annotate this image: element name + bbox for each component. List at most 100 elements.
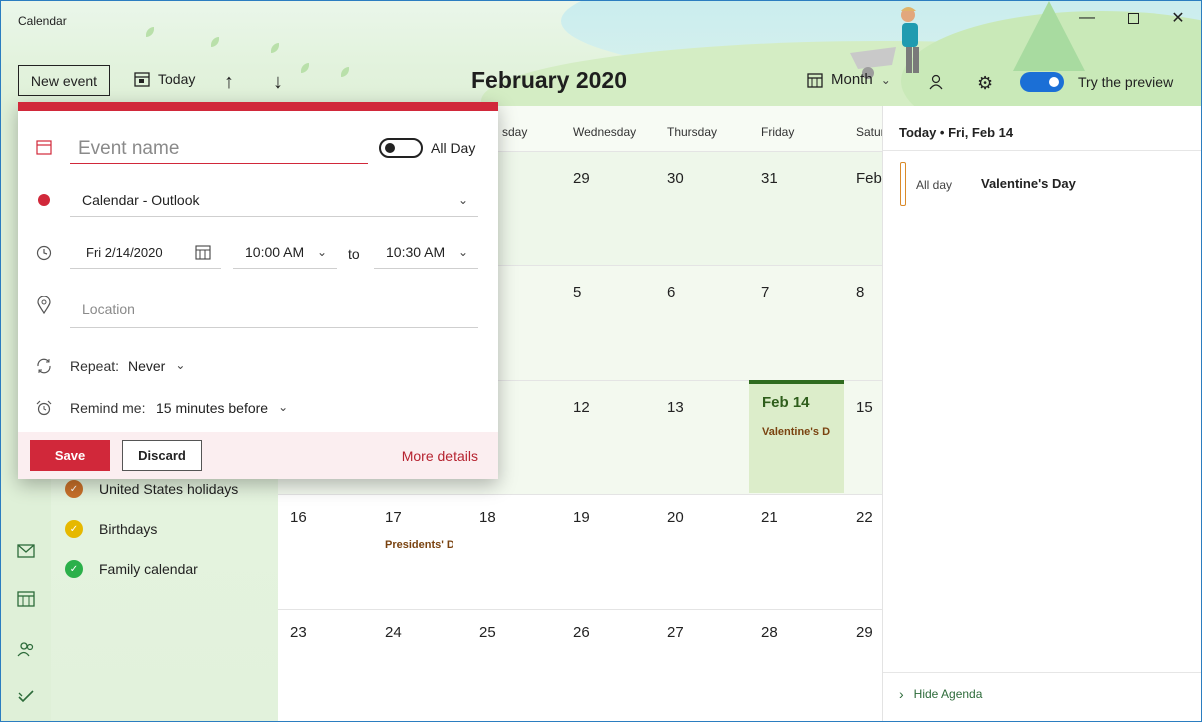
day-number[interactable]: 23 <box>290 624 307 641</box>
day-number[interactable]: 17 <box>385 509 402 526</box>
checkmark-glyph <box>18 690 34 703</box>
calendar-item-us-holidays[interactable]: ✓ United States holidays <box>65 480 238 498</box>
week-row: 16 17 Presidents' D 18 19 20 21 22 <box>278 494 882 609</box>
remind-value: 15 minutes before <box>156 400 269 416</box>
day-number[interactable]: 28 <box>761 624 778 641</box>
calendar-select[interactable]: Calendar - Outlook ⌄ <box>70 184 478 217</box>
day-number[interactable]: 25 <box>479 624 496 641</box>
calendar-icon <box>34 137 54 157</box>
day-number[interactable]: 29 <box>856 624 873 641</box>
day-number[interactable]: 22 <box>856 509 873 526</box>
day-number[interactable]: 21 <box>761 509 778 526</box>
date-value: Fri 2/14/2020 <box>86 244 163 260</box>
date-picker[interactable]: Fri 2/14/2020 <box>70 236 221 269</box>
calendar-today-icon <box>134 72 150 87</box>
start-time-select[interactable]: 10:00 AM ⌄ <box>233 236 337 269</box>
day-number[interactable]: 27 <box>667 624 684 641</box>
remind-select[interactable]: 15 minutes before ⌄ <box>156 400 288 416</box>
calendar-app-icon[interactable] <box>16 589 36 609</box>
all-day-switch[interactable] <box>379 138 423 158</box>
day-number[interactable]: 31 <box>761 170 778 187</box>
sprout-art <box>341 67 349 77</box>
try-preview-label: Try the preview <box>1078 74 1174 90</box>
agenda-header: Today • Fri, Feb 14 <box>899 125 1014 140</box>
repeat-select[interactable]: Never ⌄ <box>128 358 185 374</box>
mail-icon[interactable] <box>16 541 36 561</box>
save-button[interactable]: Save <box>30 440 110 471</box>
day-number[interactable]: 30 <box>667 170 684 187</box>
quick-event-popup: Event name All Day Calendar - Outlook ⌄ … <box>18 102 498 479</box>
event-chip-presidents[interactable]: Presidents' D <box>385 539 453 551</box>
meet-now-icon[interactable] <box>928 73 946 91</box>
calendar-color-dot-icon <box>34 190 54 210</box>
maximize-icon[interactable] <box>1119 7 1147 29</box>
location-input[interactable]: Location <box>70 290 478 328</box>
settings-gear-icon[interactable]: ⚙ <box>977 73 993 94</box>
calendar-item-family[interactable]: ✓ Family calendar <box>65 560 198 578</box>
calendar-picker-icon[interactable] <box>195 244 211 260</box>
day-number[interactable]: 13 <box>667 399 684 416</box>
try-preview-toggle[interactable]: Try the preview <box>1020 72 1173 92</box>
day-number[interactable]: 8 <box>856 284 864 301</box>
check-icon[interactable]: ✓ <box>65 480 83 498</box>
todo-check-icon[interactable] <box>16 686 36 706</box>
next-arrow-icon[interactable]: ↓ <box>273 71 283 94</box>
calendar-window: Calendar — ✕ New event Today ↑ ↓ Februar… <box>0 0 1202 722</box>
discard-button[interactable]: Discard <box>122 440 202 471</box>
day-number[interactable]: Feb <box>856 170 882 187</box>
day-number[interactable]: 12 <box>573 399 590 416</box>
agenda-pane: Today • Fri, Feb 14 All day Valentine's … <box>882 106 1201 721</box>
people-icon[interactable] <box>16 639 36 659</box>
today-button[interactable]: Today <box>134 71 195 87</box>
new-event-label: New event <box>30 72 98 89</box>
day-number[interactable]: 20 <box>667 509 684 526</box>
new-event-button[interactable]: New event <box>18 65 110 96</box>
repeat-value: Never <box>128 358 166 374</box>
person-chat-glyph <box>929 74 943 90</box>
sprout-art <box>301 63 309 73</box>
today-cell[interactable]: Feb 14 Valentine's D <box>749 380 844 493</box>
divider <box>883 672 1201 673</box>
start-time-value: 10:00 AM <box>245 244 305 260</box>
all-day-toggle[interactable]: All Day <box>379 138 475 158</box>
day-number[interactable]: 18 <box>479 509 496 526</box>
day-number[interactable]: 15 <box>856 399 873 416</box>
calendar-item-label: United States holidays <box>99 481 239 497</box>
check-icon[interactable]: ✓ <box>65 520 83 538</box>
close-icon[interactable]: ✕ <box>1164 7 1192 29</box>
agenda-event-title[interactable]: Valentine's Day <box>981 176 1076 191</box>
check-icon[interactable]: ✓ <box>65 560 83 578</box>
day-number[interactable]: 19 <box>573 509 590 526</box>
calendar-item-birthdays[interactable]: ✓ Birthdays <box>65 520 157 538</box>
to-label: to <box>348 246 360 262</box>
divider <box>883 150 1201 151</box>
month-title: February 2020 <box>471 67 627 93</box>
chevron-down-icon: ⌄ <box>316 245 327 259</box>
more-details-link[interactable]: More details <box>402 448 478 464</box>
alarm-clock-icon <box>34 398 54 418</box>
previous-arrow-icon[interactable]: ↑ <box>224 71 234 94</box>
day-number[interactable]: 26 <box>573 624 590 641</box>
day-number[interactable]: 5 <box>573 284 581 301</box>
event-chip-valentines[interactable]: Valentine's D <box>762 426 842 438</box>
end-time-select[interactable]: 10:30 AM ⌄ <box>374 236 478 269</box>
day-number[interactable]: 29 <box>573 170 590 187</box>
day-number[interactable]: 7 <box>761 284 769 301</box>
window-title: Calendar <box>18 14 67 28</box>
view-selector[interactable]: Month ⌄ <box>807 71 891 88</box>
repeat-label: Repeat: <box>70 358 120 374</box>
day-number[interactable]: 6 <box>667 284 675 301</box>
hide-agenda-button[interactable]: › Hide Agenda <box>899 686 982 702</box>
event-name-input[interactable]: Event name <box>70 134 368 164</box>
sprout-art <box>146 27 154 37</box>
minimize-icon[interactable]: — <box>1073 7 1101 29</box>
calendar-item-label: Birthdays <box>99 521 158 537</box>
day-number[interactable]: 24 <box>385 624 402 641</box>
event-color-bar <box>900 162 906 206</box>
maximize-square <box>1127 12 1139 24</box>
hide-agenda-label: Hide Agenda <box>913 687 983 701</box>
alarm-glyph <box>36 400 52 416</box>
day-name: Satur <box>856 125 885 139</box>
day-number[interactable]: 16 <box>290 509 307 526</box>
preview-toggle-switch[interactable] <box>1020 72 1064 92</box>
